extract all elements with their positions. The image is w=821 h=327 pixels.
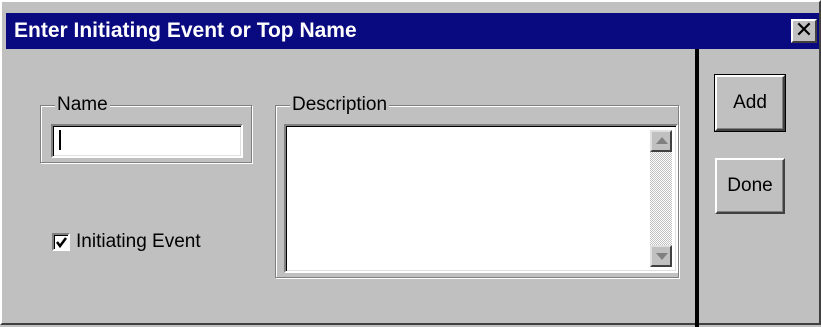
- checkmark-icon: [56, 237, 67, 249]
- text-caret: [59, 130, 61, 150]
- add-button-label: Add: [733, 92, 767, 113]
- name-group: Name: [40, 94, 252, 163]
- scroll-up-button[interactable]: [650, 130, 672, 152]
- description-group: Description: [275, 94, 679, 278]
- done-button-label: Done: [727, 175, 773, 196]
- scroll-down-button[interactable]: [650, 245, 672, 267]
- title-bar[interactable]: Enter Initiating Event or Top Name ✕: [6, 13, 819, 49]
- description-legend: Description: [290, 94, 390, 116]
- scroll-up-arrow-icon: [656, 137, 668, 144]
- initiating-event-checkbox[interactable]: [52, 233, 70, 251]
- dialog-title: Enter Initiating Event or Top Name: [14, 19, 357, 42]
- initiating-event-label[interactable]: Initiating Event: [76, 231, 201, 253]
- close-button[interactable]: ✕: [791, 19, 817, 43]
- name-legend: Name: [55, 94, 110, 116]
- done-button[interactable]: Done: [715, 158, 785, 214]
- vertical-divider: [695, 49, 699, 327]
- name-input[interactable]: [51, 124, 243, 158]
- add-button[interactable]: Add: [714, 74, 786, 132]
- description-scrollbar[interactable]: [650, 130, 672, 267]
- scroll-down-arrow-icon: [656, 253, 668, 260]
- dialog-window: Enter Initiating Event or Top Name ✕ Nam…: [0, 0, 821, 327]
- close-icon: ✕: [794, 17, 814, 42]
- description-textarea[interactable]: [284, 124, 678, 273]
